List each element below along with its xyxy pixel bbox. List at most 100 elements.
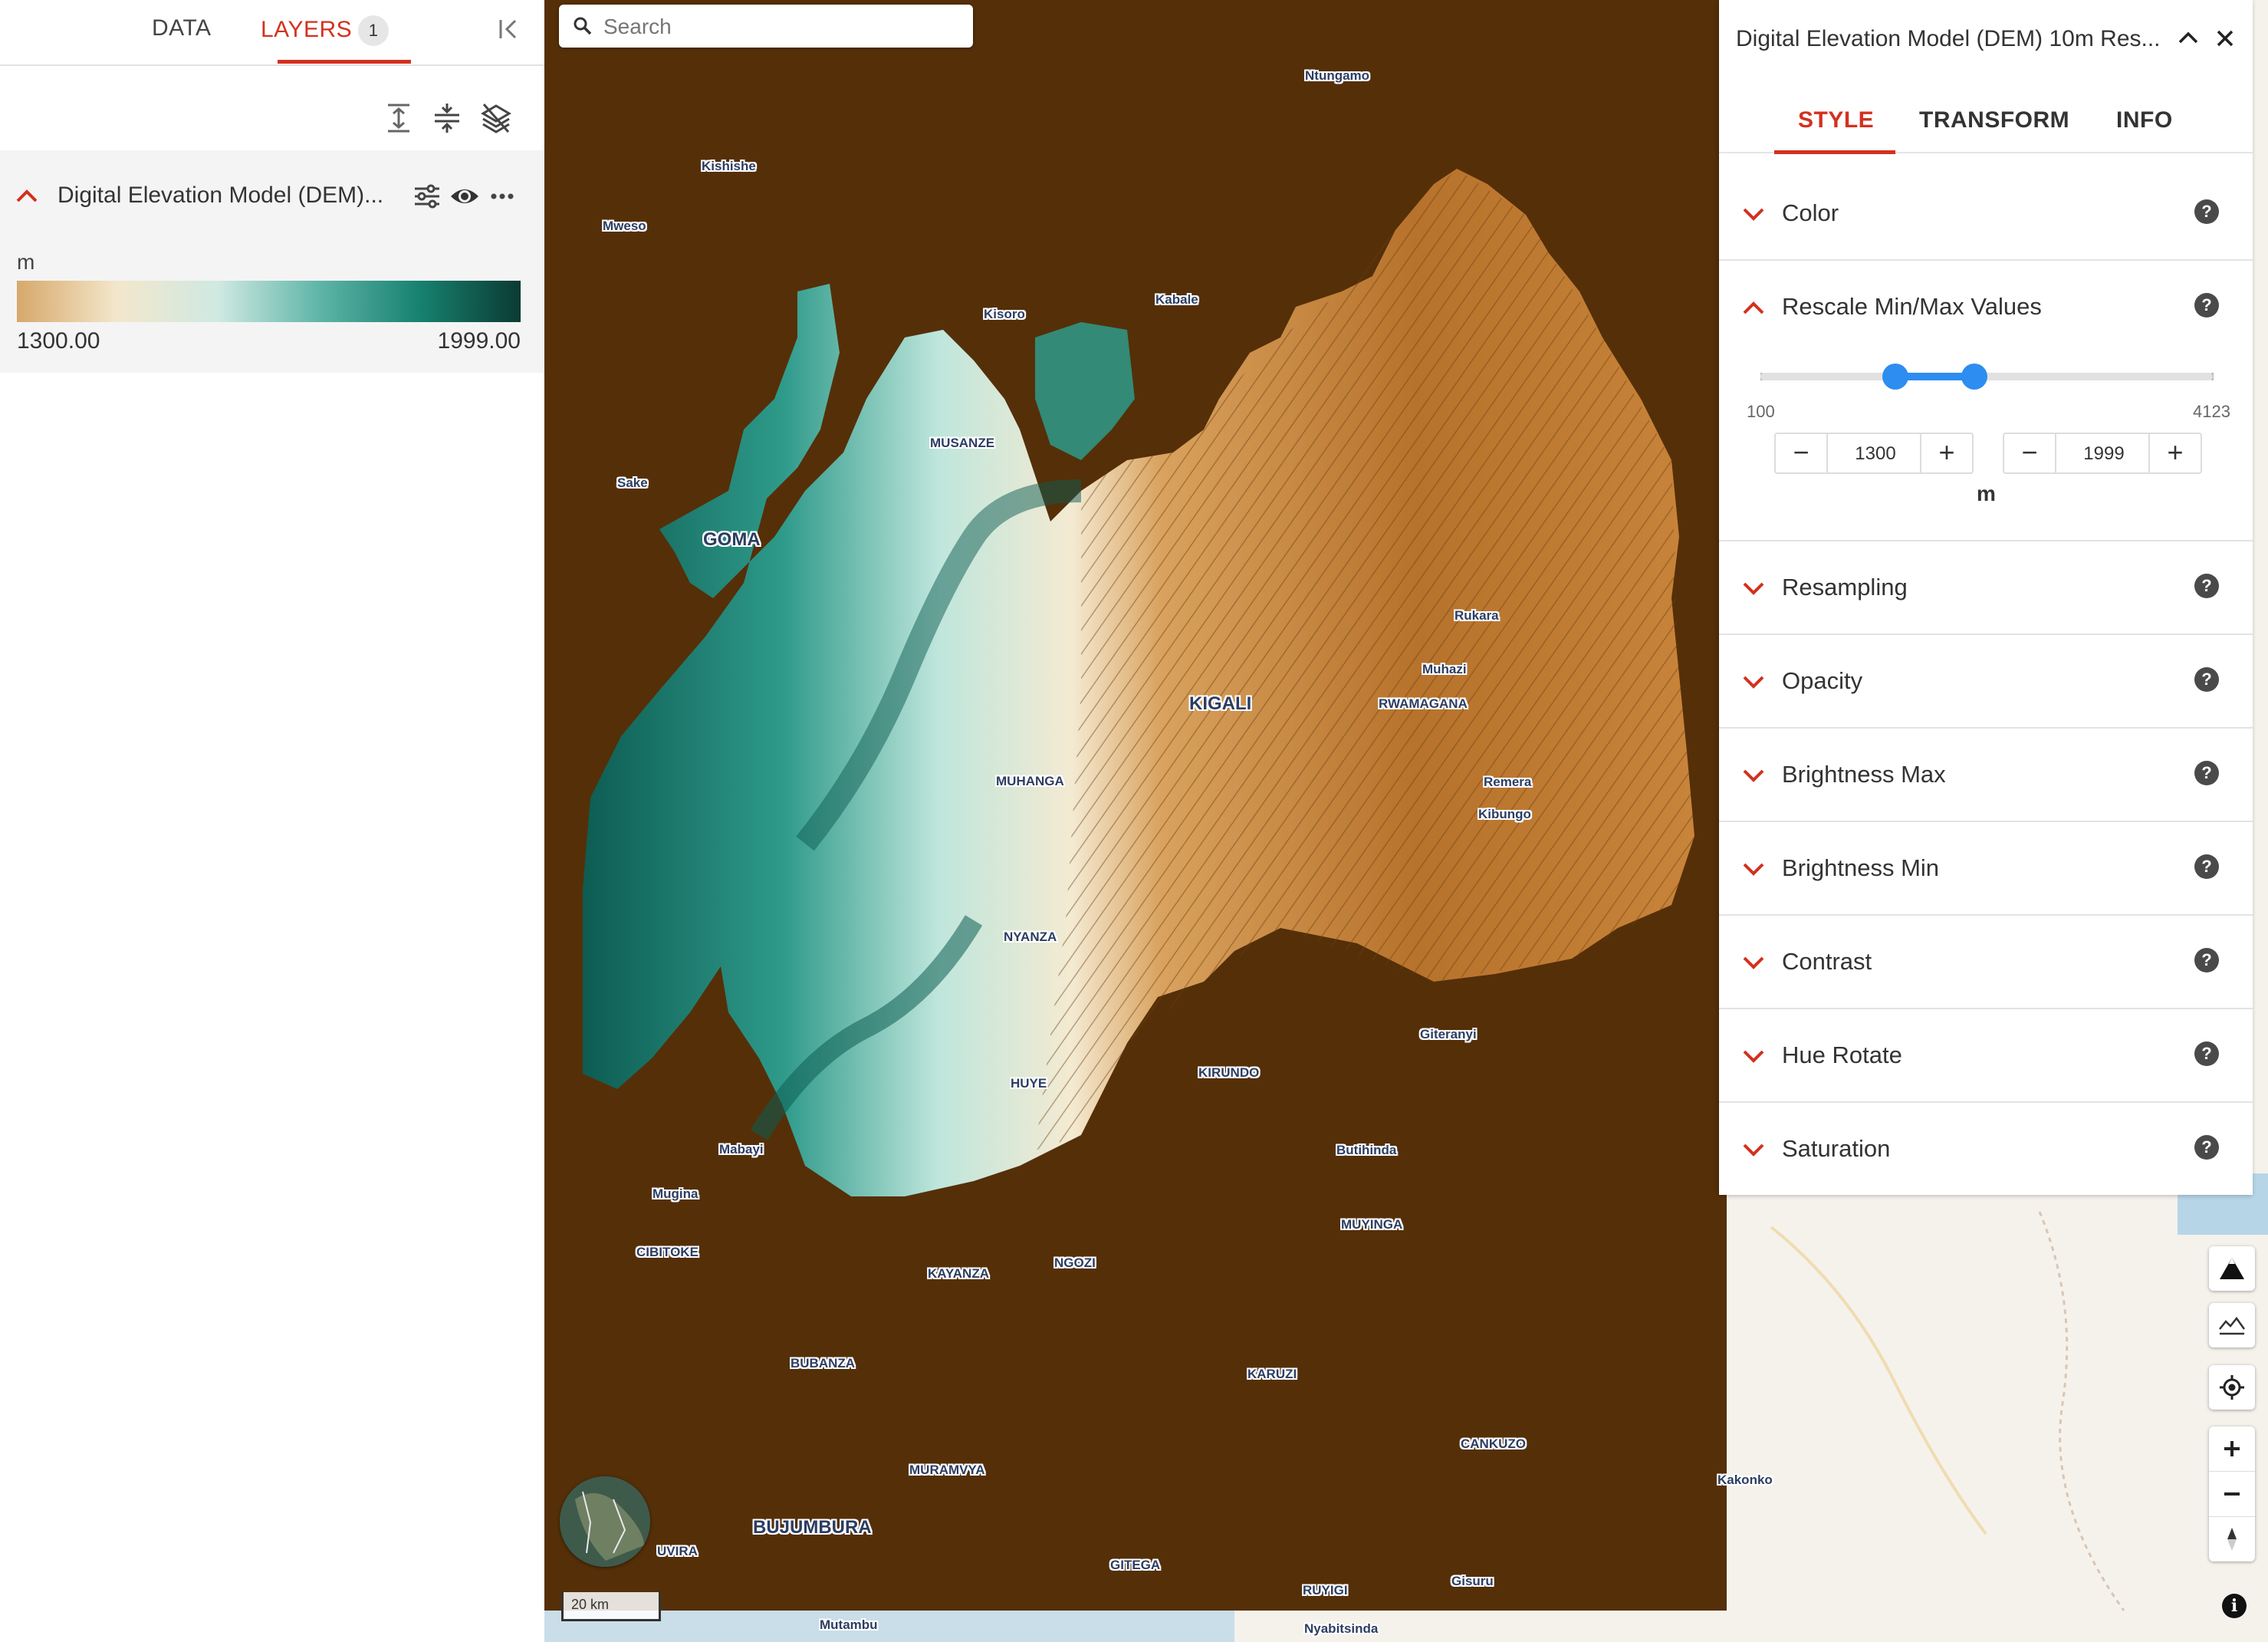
hide-all-layers-button[interactable]: [479, 101, 513, 135]
section-hue-rotate: Hue Rotate ?: [1719, 1009, 2253, 1103]
legend-unit: m: [17, 250, 35, 274]
section-label: Brightness Min: [1782, 854, 1940, 881]
terrain-3d-button[interactable]: [2209, 1246, 2255, 1291]
map-label: NYANZA: [1004, 930, 1057, 944]
help-icon[interactable]: ?: [2194, 574, 2219, 598]
chevron-up-icon: [1743, 301, 1764, 314]
map-label: MUYINGA: [1341, 1217, 1403, 1232]
section-label: Contrast: [1782, 948, 1872, 975]
map-label: Mutambu: [820, 1617, 878, 1632]
section-saturation-header[interactable]: Saturation ?: [1719, 1103, 2253, 1195]
section-label: Brightness Max: [1782, 761, 1946, 788]
layer-item-dem: Digital Elevation Model (DEM)... m 1300.…: [0, 150, 544, 373]
chevron-down-icon: [1743, 1050, 1764, 1063]
section-brightness-min-header[interactable]: Brightness Min ?: [1719, 822, 2253, 914]
tab-layers-label: LAYERS: [261, 16, 353, 42]
expand-all-button[interactable]: [382, 101, 416, 135]
settings-sliders-icon: [415, 184, 439, 209]
section-opacity-header[interactable]: Opacity ?: [1719, 635, 2253, 727]
min-value-input[interactable]: [1828, 434, 1923, 474]
rescale-range-slider[interactable]: [1760, 364, 2213, 390]
basemap-switcher[interactable]: [560, 1476, 650, 1567]
compass-icon: [2227, 1528, 2237, 1551]
chevron-down-icon: [1743, 769, 1764, 782]
section-brightness-min: Brightness Min ?: [1719, 822, 2253, 916]
help-icon[interactable]: ?: [2194, 293, 2219, 318]
map-label: Kisoro: [984, 307, 1025, 321]
layer-collapse-toggle[interactable]: [14, 184, 40, 207]
hide-all-layers-icon: [481, 104, 511, 133]
basemap-road: [1770, 1226, 1987, 1535]
map-label: Muhazi: [1422, 662, 1467, 676]
help-icon[interactable]: ?: [2194, 199, 2219, 224]
legend-color-ramp: [17, 281, 521, 322]
section-label: Saturation: [1782, 1135, 1891, 1162]
help-icon[interactable]: ?: [2194, 854, 2219, 879]
section-contrast-header[interactable]: Contrast ?: [1719, 916, 2253, 1008]
section-label: Rescale Min/Max Values: [1782, 293, 2042, 320]
search-icon: [574, 17, 592, 35]
layer-title[interactable]: Digital Elevation Model (DEM)...: [58, 183, 383, 209]
layer-style-button[interactable]: [412, 181, 442, 212]
section-brightness-max-header[interactable]: Brightness Max ?: [1719, 729, 2253, 821]
tab-data[interactable]: DATA: [152, 15, 212, 41]
geolocate-button[interactable]: [2209, 1365, 2255, 1410]
section-resampling-header[interactable]: Resampling ?: [1719, 541, 2253, 633]
help-icon[interactable]: ?: [2194, 1135, 2219, 1160]
section-color: Color ?: [1719, 153, 2253, 261]
rescale-unit: m: [1977, 482, 1996, 505]
min-decrement-button[interactable]: −: [1776, 434, 1828, 472]
basemap-boundary: [2038, 1211, 2125, 1611]
tab-style[interactable]: STYLE: [1798, 107, 1874, 133]
layer-style-panel: Digital Elevation Model (DEM) 10m Res...…: [1719, 0, 2253, 1195]
slider-max-handle[interactable]: [1961, 364, 1987, 390]
section-brightness-max: Brightness Max ?: [1719, 729, 2253, 822]
map-label: GOMA: [703, 529, 761, 550]
zoom-in-button[interactable]: [2209, 1426, 2255, 1472]
panel-tabs: DATA LAYERS 1: [0, 0, 544, 66]
attribution-info-button[interactable]: i: [2222, 1594, 2247, 1618]
close-panel-button[interactable]: [2213, 26, 2237, 51]
max-value-input[interactable]: [2056, 434, 2151, 474]
section-label: Color: [1782, 199, 1839, 226]
section-color-header[interactable]: Color ?: [1719, 167, 2253, 259]
map-label: MUSANZE: [930, 436, 995, 450]
help-icon[interactable]: ?: [2194, 667, 2219, 692]
zoom-out-button[interactable]: [2209, 1472, 2255, 1517]
map-label: Kakonko: [1717, 1473, 1773, 1487]
map-label: GITEGA: [1110, 1558, 1161, 1572]
max-decrement-button[interactable]: −: [2004, 434, 2056, 472]
map-label: Sake: [617, 475, 648, 490]
collapse-all-button[interactable]: [430, 101, 464, 135]
search-input[interactable]: [602, 11, 958, 43]
map-label: KIRUNDO: [1198, 1065, 1260, 1080]
map-label: KAYANZA: [928, 1266, 989, 1281]
tab-layers[interactable]: LAYERS 1: [261, 15, 390, 46]
help-icon[interactable]: ?: [2194, 761, 2219, 785]
min-increment-button[interactable]: +: [1920, 434, 1972, 472]
map-label: RUYIGI: [1303, 1583, 1348, 1598]
section-rescale-header[interactable]: Rescale Min/Max Values ?: [1719, 261, 2253, 353]
map-label: KARUZI: [1247, 1367, 1297, 1381]
scale-bar: 20 km: [561, 1592, 661, 1621]
layer-visibility-button[interactable]: [449, 181, 480, 212]
slider-min-handle[interactable]: [1882, 364, 1908, 390]
section-label: Opacity: [1782, 667, 1863, 694]
tab-info[interactable]: INFO: [2116, 107, 2173, 133]
map-label: HUYE: [1011, 1076, 1047, 1091]
terrain-profile-button[interactable]: [2209, 1303, 2255, 1347]
terrain-profile-icon: [2219, 1316, 2245, 1335]
collapse-panel-button[interactable]: [495, 15, 523, 43]
help-icon[interactable]: ?: [2194, 1041, 2219, 1066]
max-increment-button[interactable]: +: [2148, 434, 2201, 472]
layer-more-button[interactable]: [487, 181, 518, 212]
help-icon[interactable]: ?: [2194, 948, 2219, 972]
collapse-all-icon: [435, 104, 459, 133]
map-label: Giteranyi: [1420, 1027, 1477, 1041]
map-label: Kabale: [1155, 292, 1198, 307]
tab-transform[interactable]: TRANSFORM: [1919, 107, 2069, 133]
terrain-3d-icon: [2220, 1258, 2244, 1279]
minimize-panel-button[interactable]: [2176, 26, 2201, 51]
compass-button[interactable]: [2209, 1517, 2255, 1561]
section-hue-rotate-header[interactable]: Hue Rotate ?: [1719, 1009, 2253, 1101]
